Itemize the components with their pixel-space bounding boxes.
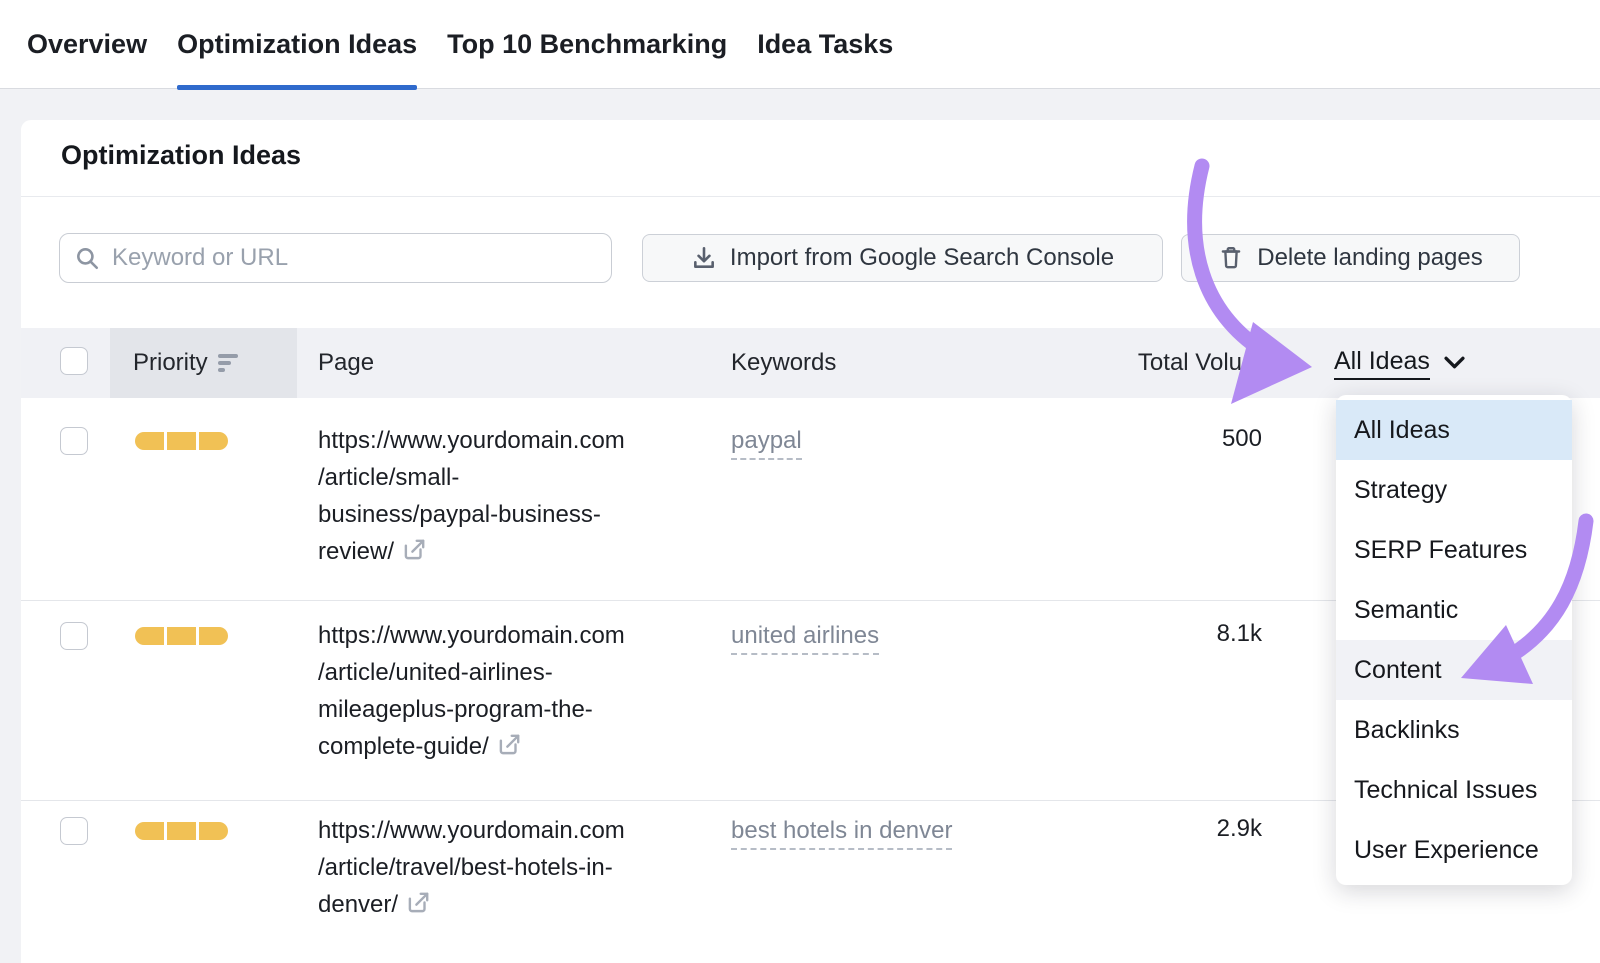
dropdown-item-serp-features[interactable]: SERP Features	[1336, 520, 1572, 580]
tab-optimization-ideas[interactable]: Optimization Ideas	[177, 0, 417, 89]
import-gsc-label: Import from Google Search Console	[730, 244, 1114, 272]
tab-overview[interactable]: Overview	[27, 0, 147, 89]
top-tab-bar: Overview Optimization Ideas Top 10 Bench…	[0, 0, 1600, 89]
sort-descending-icon	[218, 354, 238, 372]
external-link-icon[interactable]	[401, 537, 427, 574]
tab-top-10-benchmarking[interactable]: Top 10 Benchmarking	[447, 0, 727, 89]
dropdown-item-user-experience[interactable]: User Experience	[1336, 820, 1572, 880]
keyword-link[interactable]: paypal	[731, 427, 802, 460]
delete-landing-pages-button[interactable]: Delete landing pages	[1181, 234, 1520, 282]
ideas-filter-label: All Ideas	[1334, 347, 1430, 380]
ideas-filter-dropdown-menu: All IdeasStrategySERP FeaturesSemanticCo…	[1336, 395, 1572, 885]
row-checkbox[interactable]	[60, 817, 88, 845]
ideas-filter-dropdown-trigger[interactable]: All Ideas	[1334, 328, 1465, 398]
search-box	[59, 233, 612, 283]
dropdown-item-strategy[interactable]: Strategy	[1336, 460, 1572, 520]
keywords-header: Keywords	[731, 328, 836, 398]
page-url: https://www.yourdomain.com /article/smal…	[318, 427, 625, 565]
page-header: Page	[318, 328, 374, 398]
import-gsc-button[interactable]: Import from Google Search Console	[642, 234, 1163, 282]
priority-indicator	[135, 822, 228, 840]
page-cell: https://www.yourdomain.com /article/unit…	[318, 617, 708, 769]
external-link-icon[interactable]	[496, 732, 522, 769]
dropdown-item-semantic[interactable]: Semantic	[1336, 580, 1572, 640]
page-cell: https://www.yourdomain.com /article/trav…	[318, 812, 708, 927]
row-checkbox[interactable]	[60, 622, 88, 650]
keyword-link[interactable]: united airlines	[731, 622, 879, 655]
total-volume-value: 2.9k	[1040, 815, 1262, 843]
download-icon	[691, 245, 717, 271]
external-link-icon[interactable]	[405, 890, 431, 927]
dropdown-item-technical-issues[interactable]: Technical Issues	[1336, 760, 1572, 820]
priority-indicator	[135, 627, 228, 645]
total-volume-value: 8.1k	[1040, 620, 1262, 648]
trash-icon	[1218, 245, 1244, 271]
priority-header[interactable]: Priority	[133, 328, 238, 398]
keyword-link[interactable]: best hotels in denver	[731, 817, 952, 850]
dropdown-item-backlinks[interactable]: Backlinks	[1336, 700, 1572, 760]
tab-idea-tasks[interactable]: Idea Tasks	[757, 0, 893, 89]
page-title: Optimization Ideas	[61, 140, 301, 171]
divider	[21, 196, 1600, 197]
page-cell: https://www.yourdomain.com /article/smal…	[318, 422, 708, 574]
page-url: https://www.yourdomain.com /article/trav…	[318, 817, 625, 918]
table-header: Priority Page Keywords Total Volum All I…	[21, 328, 1600, 398]
select-all-checkbox[interactable]	[60, 347, 88, 375]
chevron-down-icon	[1444, 356, 1465, 370]
row-checkbox[interactable]	[60, 427, 88, 455]
total-volume-value: 500	[1040, 425, 1262, 453]
search-input[interactable]	[112, 244, 597, 272]
optimization-ideas-card: Optimization Ideas Import from Google Se…	[21, 120, 1600, 963]
total-volume-header: Total Volum	[1040, 328, 1262, 398]
delete-landing-pages-label: Delete landing pages	[1257, 244, 1483, 272]
page-url: https://www.yourdomain.com /article/unit…	[318, 622, 625, 760]
priority-indicator	[135, 432, 228, 450]
dropdown-item-all-ideas[interactable]: All Ideas	[1336, 400, 1572, 460]
dropdown-item-content[interactable]: Content	[1336, 640, 1572, 700]
priority-header-label: Priority	[133, 349, 208, 377]
search-icon	[74, 245, 100, 271]
